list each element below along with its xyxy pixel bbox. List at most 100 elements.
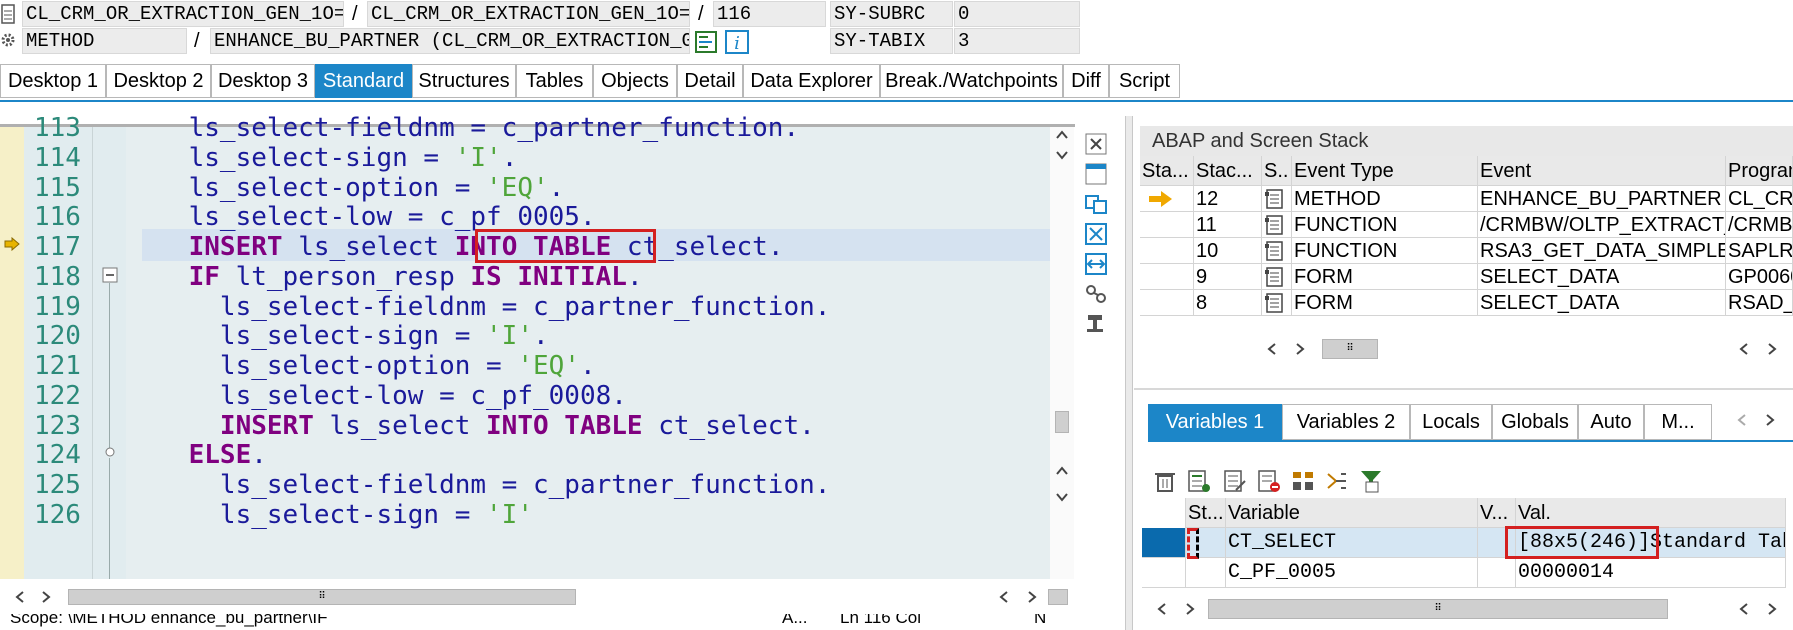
tab-locals[interactable]: Locals xyxy=(1410,404,1492,440)
stack-event-cell[interactable]: ENHANCE_BU_PARTNER xyxy=(1478,186,1726,212)
scroll-left-icon[interactable] xyxy=(1154,601,1170,617)
stack-program-cell[interactable]: GP006000 xyxy=(1726,264,1793,290)
scroll-thumb[interactable]: ⠿ xyxy=(1208,599,1668,619)
var-col-header[interactable]: V... xyxy=(1478,498,1516,528)
row-selector[interactable] xyxy=(1142,558,1186,588)
stack-event-type-cell[interactable]: FUNCTION xyxy=(1292,212,1478,238)
tab-standard[interactable]: Standard xyxy=(315,64,412,98)
scroll-right-icon[interactable] xyxy=(1764,341,1780,357)
var-name-cell[interactable]: CT_SELECT xyxy=(1226,528,1478,558)
new-window-icon[interactable] xyxy=(1083,161,1109,187)
tab-breakpoints[interactable]: Break./Watchpoints xyxy=(880,64,1063,98)
scroll-thumb[interactable]: ⠿ xyxy=(68,589,576,605)
var-name-cell[interactable]: C_PF_0005 xyxy=(1226,558,1478,588)
stack-col-header[interactable]: Event Type xyxy=(1292,156,1478,186)
stack-event-cell[interactable]: SELECT_DATA xyxy=(1478,290,1726,316)
close-window-icon[interactable] xyxy=(1083,131,1109,157)
var-col-header[interactable]: Val. xyxy=(1516,498,1786,528)
stack-event-type-cell[interactable]: FUNCTION xyxy=(1292,238,1478,264)
delete-icon[interactable] xyxy=(1152,468,1178,494)
code-display-icon[interactable] xyxy=(694,29,720,55)
stack-event-cell[interactable]: /CRMBW/OLTP_EXTRACT_… xyxy=(1478,212,1726,238)
stack-event-type-cell[interactable]: FORM xyxy=(1292,290,1478,316)
resize-horizontal-icon[interactable] xyxy=(1083,251,1109,277)
tab-data-explorer[interactable]: Data Explorer xyxy=(743,64,880,98)
layout-icon[interactable] xyxy=(1083,281,1109,307)
stack-marker-cell[interactable] xyxy=(1140,238,1194,264)
scroll-thumb[interactable]: ⠿ xyxy=(1322,339,1378,359)
tab-desktop-1[interactable]: Desktop 1 xyxy=(0,64,106,98)
pane-splitter[interactable] xyxy=(1125,116,1133,630)
tab-variables-1[interactable]: Variables 1 xyxy=(1148,404,1282,440)
tab-tables[interactable]: Tables xyxy=(516,64,593,98)
scroll-up-icon[interactable] xyxy=(1054,127,1070,143)
line-number-field[interactable]: 116 xyxy=(713,1,826,27)
scroll-left-icon[interactable] xyxy=(1734,412,1750,428)
var-value-cell[interactable]: 00000014 xyxy=(1516,558,1786,588)
stack-level-cell[interactable]: 11 xyxy=(1194,212,1262,238)
stack-event-cell[interactable]: RSA3_GET_DATA_SIMPLE xyxy=(1478,238,1726,264)
panel-divider[interactable] xyxy=(1134,388,1793,390)
tools-icon[interactable] xyxy=(1083,311,1109,337)
insert-row-icon[interactable] xyxy=(1186,468,1212,494)
row-selector[interactable] xyxy=(1142,528,1186,558)
stack-level-cell[interactable]: 10 xyxy=(1194,238,1262,264)
stack-level-cell[interactable]: 12 xyxy=(1194,186,1262,212)
tab-globals[interactable]: Globals xyxy=(1492,404,1578,440)
stack-program-cell[interactable]: RSAD_RS xyxy=(1726,290,1793,316)
remove-row-icon[interactable] xyxy=(1256,468,1282,494)
stack-program-cell[interactable]: CL_CRM_O xyxy=(1726,186,1793,212)
program-field[interactable]: CL_CRM_OR_EXTRACTION_GEN_1O==… xyxy=(22,1,344,27)
stack-marker-cell[interactable] xyxy=(1140,212,1194,238)
scroll-left-icon[interactable] xyxy=(1736,601,1752,617)
scroll-left-icon[interactable] xyxy=(1264,341,1280,357)
collapse-icon[interactable] xyxy=(102,267,118,283)
stack-event-type-cell[interactable]: FORM xyxy=(1292,264,1478,290)
stack-col-header[interactable]: Program xyxy=(1726,156,1793,186)
scroll-right-icon[interactable] xyxy=(1762,412,1778,428)
filter-icon[interactable] xyxy=(1358,468,1384,494)
swap-tool-icon[interactable] xyxy=(1083,191,1109,217)
code-line[interactable]: ls_select-sign = 'I' xyxy=(126,498,533,532)
stack-level-cell[interactable]: 9 xyxy=(1194,264,1262,290)
sort-icon[interactable] xyxy=(1290,468,1316,494)
stack-col-header[interactable]: Sta... xyxy=(1140,156,1194,186)
stack-event-cell[interactable]: SELECT_DATA xyxy=(1478,264,1726,290)
stack-col-header[interactable]: Event xyxy=(1478,156,1726,186)
tab-variables-2[interactable]: Variables 2 xyxy=(1282,404,1410,440)
scroll-down-icon[interactable] xyxy=(1054,489,1070,505)
breakpoint-gutter[interactable] xyxy=(0,127,24,579)
stack-program-cell[interactable]: SAPLRSA3 xyxy=(1726,238,1793,264)
editor-horizontal-scrollbar[interactable]: ⠿ xyxy=(0,584,1075,610)
expand-icon[interactable] xyxy=(1324,468,1350,494)
scroll-up-icon[interactable] xyxy=(1054,463,1070,479)
editor-vertical-scrollbar[interactable] xyxy=(1050,127,1074,579)
tab-detail[interactable]: Detail xyxy=(677,64,743,98)
scroll-left-icon[interactable] xyxy=(996,589,1012,605)
stack-event-type-cell[interactable]: METHOD xyxy=(1292,186,1478,212)
tab-structures[interactable]: Structures xyxy=(412,64,516,98)
scroll-right-icon[interactable] xyxy=(1024,589,1040,605)
tab-desktop-2[interactable]: Desktop 2 xyxy=(106,64,211,98)
stack-level-cell[interactable]: 8 xyxy=(1194,290,1262,316)
stack-col-header[interactable]: Stac... xyxy=(1194,156,1262,186)
info-icon[interactable]: i xyxy=(724,29,750,55)
stack-program-cell[interactable]: /CRMBW/S xyxy=(1726,212,1793,238)
scroll-down-icon[interactable] xyxy=(1054,147,1070,163)
tab-auto[interactable]: Auto xyxy=(1578,404,1644,440)
edit-row-icon[interactable] xyxy=(1222,468,1248,494)
scroll-left-icon[interactable] xyxy=(12,589,28,605)
scroll-right-icon[interactable] xyxy=(1292,341,1308,357)
tab-objects[interactable]: Objects xyxy=(593,64,677,98)
scroll-thumb[interactable] xyxy=(1048,589,1068,605)
stack-marker-cell[interactable] xyxy=(1140,290,1194,316)
stack-col-header[interactable]: S.. xyxy=(1262,156,1292,186)
include-field[interactable]: CL_CRM_OR_EXTRACTION_GEN_1O==… xyxy=(367,1,690,27)
tab-desktop-3[interactable]: Desktop 3 xyxy=(211,64,315,98)
scroll-right-icon[interactable] xyxy=(1182,601,1198,617)
maximize-icon[interactable] xyxy=(1083,221,1109,247)
tab-script[interactable]: Script xyxy=(1109,64,1180,98)
scroll-right-icon[interactable] xyxy=(38,589,54,605)
stack-marker-cell[interactable] xyxy=(1140,186,1194,212)
tab-more[interactable]: M... xyxy=(1644,404,1712,440)
